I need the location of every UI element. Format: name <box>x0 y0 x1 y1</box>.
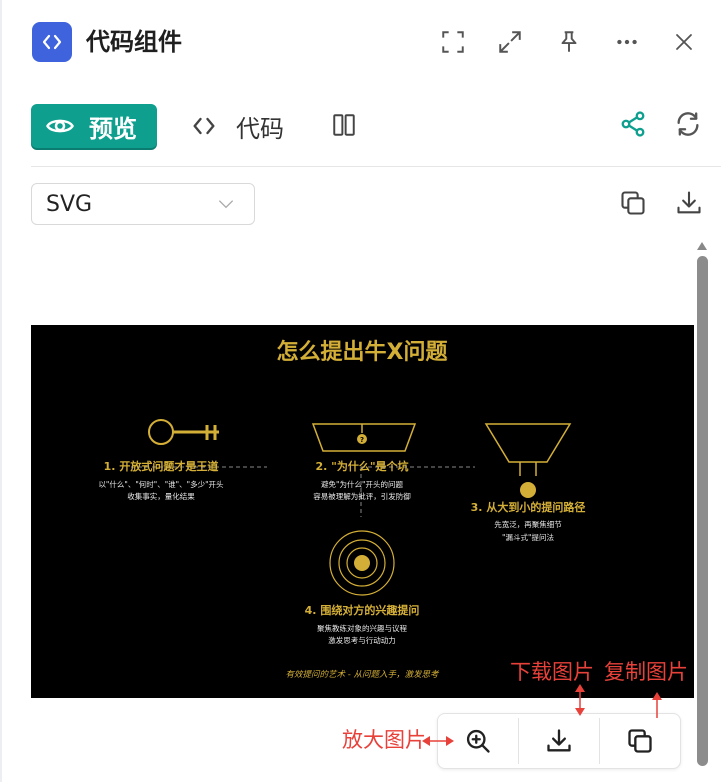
download-icon <box>677 191 701 214</box>
zoom-in-icon <box>466 729 490 753</box>
scrollbar-thumb[interactable] <box>697 256 708 766</box>
divider <box>31 166 721 167</box>
copy-image-button[interactable] <box>600 714 680 768</box>
scrollbar-up-arrow[interactable] <box>697 242 707 250</box>
eye-icon <box>46 119 74 133</box>
panel-title: 代码组件 <box>86 28 182 56</box>
copy-icon <box>628 729 652 753</box>
key-icon <box>148 419 219 445</box>
code-brackets-icon <box>193 117 215 135</box>
chevron-down-icon <box>218 200 234 209</box>
annotation-zoom: 放大图片 <box>342 728 426 752</box>
panel-header: 代码组件 <box>0 0 725 84</box>
funnel-icon <box>484 423 572 498</box>
expand-button[interactable] <box>494 26 526 58</box>
share-button[interactable] <box>617 108 649 140</box>
step4-line1: 聚焦教练对象的兴趣与议程 <box>317 623 407 633</box>
close-icon <box>676 34 692 50</box>
preview-title: 怎么提出牛X问题 <box>277 339 449 365</box>
tab-code-label: 代码 <box>236 114 284 143</box>
trap-icon: ? <box>311 423 417 452</box>
tab-preview-label: 预览 <box>89 114 137 143</box>
download-icon <box>547 729 571 752</box>
split-view-icon <box>333 114 355 136</box>
image-toolbar <box>437 713 681 769</box>
focus-frame-button[interactable] <box>437 26 469 58</box>
step2-line2: 容易被理解为批评，引发防御 <box>313 491 411 501</box>
tab-preview[interactable]: 预览 <box>31 104 157 148</box>
code-component-panel: 代码组件 预览 代码 SVG 怎么提出牛X问题 1. 开放式问题才是王道 以"什… <box>0 0 725 782</box>
download-image-button[interactable] <box>519 714 599 768</box>
step1-line2: 收集事实，量化结果 <box>127 491 195 501</box>
step3-title: 3. 从大到小的提问路径 <box>471 500 586 514</box>
step3-line2: "漏斗式"提问法 <box>502 532 554 542</box>
step4-line2: 激发思考与行动动力 <box>328 635 396 645</box>
more-button[interactable] <box>611 26 643 58</box>
target-icon <box>329 530 395 596</box>
close-button[interactable] <box>668 26 700 58</box>
copy-icon <box>621 191 645 215</box>
annotation-download: 下载图片 <box>510 660 594 684</box>
download-code-button[interactable] <box>672 186 706 220</box>
question-mark: ? <box>360 436 364 444</box>
step3-line1: 先宽泛，再聚焦细节 <box>494 519 562 529</box>
refresh-icon <box>677 112 699 136</box>
svg-preview-image: 怎么提出牛X问题 1. 开放式问题才是王道 以"什么"、"何时"、"谁"、"多少… <box>31 325 694 698</box>
tab-split-view[interactable] <box>330 110 358 140</box>
step1-line1: 以"什么"、"何时"、"谁"、"多少"开头 <box>98 479 224 489</box>
expand-icon <box>499 31 521 53</box>
preview-footer: 有效提问的艺术 - 从问题入手，激发思考 <box>286 669 440 680</box>
step1-title: 1. 开放式问题才是王道 <box>104 459 219 473</box>
pin-button[interactable] <box>553 26 585 58</box>
share-icon <box>621 111 645 137</box>
format-select[interactable]: SVG <box>31 183 255 225</box>
zoom-image-button[interactable] <box>438 714 518 768</box>
step2-line1: 避免"为什么"开头的问题 <box>321 479 403 489</box>
format-select-value: SVG <box>46 191 93 217</box>
pin-icon <box>561 31 577 52</box>
panel-edge <box>0 0 2 782</box>
step4-title: 4. 围绕对方的兴趣提问 <box>305 603 420 617</box>
refresh-button[interactable] <box>672 108 704 140</box>
more-icon <box>617 39 637 45</box>
code-brackets-icon <box>32 22 72 62</box>
tab-code[interactable]: 代码 <box>190 108 284 144</box>
focus-frame-icon <box>442 31 464 53</box>
annotation-copy: 复制图片 <box>604 660 688 684</box>
step2-title: 2. "为什么"是个坑 <box>315 459 408 473</box>
copy-code-button[interactable] <box>616 186 650 220</box>
